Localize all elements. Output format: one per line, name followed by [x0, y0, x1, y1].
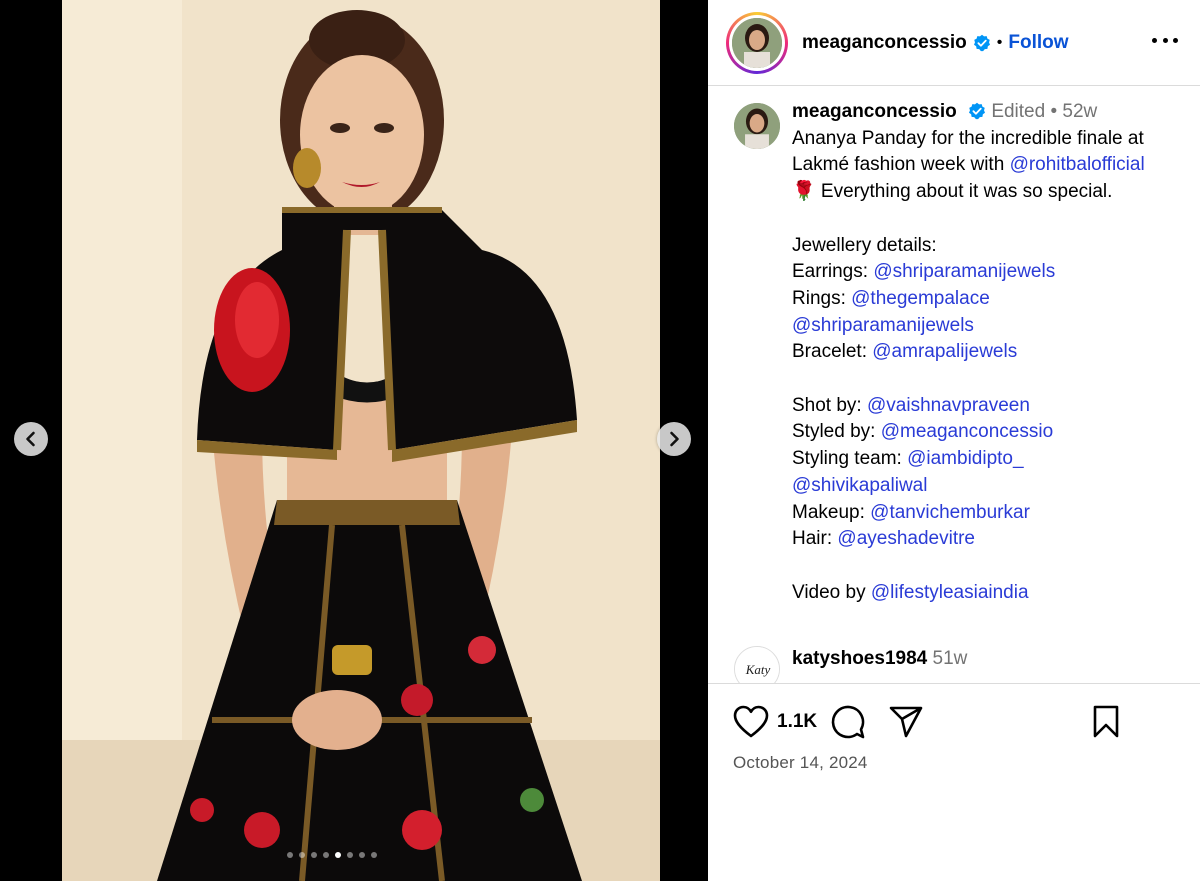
- caption-text: Styled by:: [792, 421, 881, 443]
- caption-text: Hair:: [792, 528, 838, 550]
- caption-text: Makeup:: [792, 501, 871, 523]
- mention-link[interactable]: @shivikapaliwal: [792, 475, 927, 496]
- mention-link[interactable]: @rohitbalofficial: [1010, 154, 1145, 175]
- separator-dot: •: [1050, 101, 1058, 122]
- slide-dot-active[interactable]: [335, 852, 341, 858]
- verified-badge-icon: [973, 34, 990, 51]
- mention-link[interactable]: @iambidipto_: [907, 448, 1023, 469]
- caption-avatar[interactable]: [734, 103, 780, 149]
- mention-link[interactable]: @shriparamanijewels: [873, 261, 1055, 282]
- post-side-panel: meaganconcessio • Follow meaganconcessio…: [708, 0, 1200, 881]
- caption-text: Lakmé fashion week with: [792, 154, 1010, 176]
- header-username[interactable]: meaganconcessio: [802, 32, 967, 54]
- action-bar: 1.1K October 14, 2024: [708, 683, 1200, 881]
- story-ring[interactable]: [726, 11, 788, 74]
- previous-slide-button[interactable]: [14, 422, 48, 456]
- comment-icon: [831, 705, 865, 739]
- separator-dot: •: [996, 33, 1003, 51]
- caption-text: Styling team:: [792, 448, 908, 470]
- mention-link[interactable]: @shriparamanijewels: [792, 315, 974, 336]
- slide-dot[interactable]: [347, 852, 353, 858]
- comment-username[interactable]: katyshoes1984: [792, 648, 927, 669]
- mention-link[interactable]: @vaishnavpraveen: [867, 395, 1030, 416]
- media-pane: [0, 0, 708, 881]
- caption-line: Jewellery details:: [792, 234, 937, 256]
- katy-logo-icon: Katy: [735, 647, 779, 683]
- comment-button[interactable]: [830, 704, 866, 745]
- mention-link[interactable]: @ayeshadevitre: [837, 528, 975, 549]
- slide-dot[interactable]: [371, 852, 377, 858]
- follow-button[interactable]: Follow: [1008, 32, 1068, 54]
- post-date[interactable]: October 14, 2024: [733, 753, 868, 773]
- heart-icon: [733, 705, 769, 738]
- send-icon: [889, 706, 923, 738]
- avatar-image: [732, 17, 782, 68]
- like-count[interactable]: 1.1K: [777, 711, 817, 733]
- caption-line: Ananya Panday for the incredible finale …: [792, 127, 1144, 149]
- caption: meaganconcessio Edited • 52w Ananya Pand…: [732, 99, 1192, 606]
- share-button[interactable]: [888, 705, 924, 744]
- slide-indicator: [287, 852, 377, 858]
- edited-label: Edited: [991, 101, 1046, 122]
- mention-link[interactable]: @lifestyleasiaindia: [871, 582, 1029, 603]
- caption-text: Rings:: [792, 287, 852, 309]
- slide-dot[interactable]: [323, 852, 329, 858]
- like-button[interactable]: [733, 705, 769, 744]
- slide-dot[interactable]: [359, 852, 365, 858]
- comment-age[interactable]: 51w: [933, 648, 968, 669]
- comment-item: Katy katyshoes1984 51w: [732, 646, 1192, 683]
- avatar[interactable]: [732, 17, 782, 68]
- caption-text: Earrings:: [792, 261, 874, 283]
- comment-avatar[interactable]: Katy: [734, 646, 780, 683]
- mention-link[interactable]: @thegempalace: [851, 288, 990, 309]
- bookmark-icon: [1093, 705, 1119, 738]
- avatar-image: [734, 103, 780, 149]
- mention-link[interactable]: @meaganconcessio: [881, 421, 1053, 442]
- caption-text: Video by: [792, 581, 871, 603]
- post-photo[interactable]: [62, 0, 660, 881]
- slide-dot[interactable]: [287, 852, 293, 858]
- photo-illustration: [62, 0, 660, 881]
- comments-section[interactable]: meaganconcessio Edited • 52w Ananya Pand…: [708, 87, 1200, 683]
- verified-badge-icon: [969, 102, 986, 120]
- caption-text: Shot by:: [792, 394, 867, 416]
- caption-text: Bracelet:: [792, 341, 873, 363]
- slide-dot[interactable]: [311, 852, 317, 858]
- mention-link[interactable]: @amrapalijewels: [872, 341, 1017, 362]
- post-header: meaganconcessio • Follow: [708, 0, 1200, 86]
- save-button[interactable]: [1091, 705, 1121, 744]
- caption-age[interactable]: 52w: [1062, 101, 1097, 122]
- mention-link[interactable]: @tanvichemburkar: [870, 502, 1030, 523]
- slide-dot[interactable]: [299, 852, 305, 858]
- next-slide-button[interactable]: [657, 422, 691, 456]
- caption-username[interactable]: meaganconcessio: [792, 101, 957, 122]
- chevron-left-icon: [26, 431, 35, 447]
- chevron-right-icon: [670, 431, 679, 447]
- caption-line: 🌹 Everything about it was so special.: [792, 181, 1113, 203]
- avatar-logo-text: Katy: [745, 662, 771, 677]
- more-options-icon[interactable]: [1152, 30, 1178, 50]
